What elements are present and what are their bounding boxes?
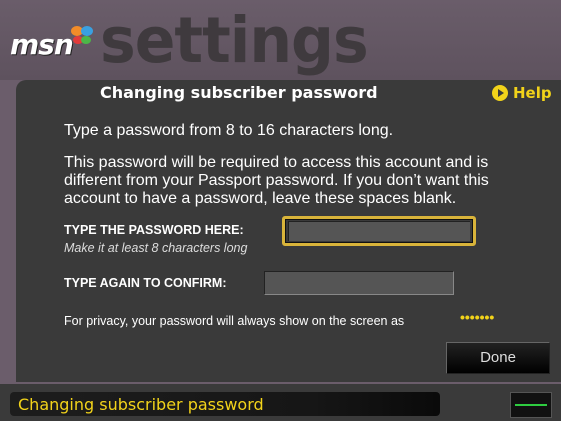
header-bar: msn settings [0,0,561,80]
msn-logo: msn [10,28,74,61]
confirm-password-field[interactable] [264,271,454,295]
done-button[interactable]: Done [446,342,550,374]
password-label: TYPE THE PASSWORD HERE: [64,223,244,237]
status-bar: Changing subscriber password [0,384,561,421]
password-hint: Make it at least 8 characters long [64,241,248,255]
butterfly-icon [71,26,93,44]
confirm-label: TYPE AGAIN TO CONFIRM: [64,276,227,290]
privacy-note: For privacy, your password will always s… [64,314,405,328]
help-button[interactable]: Help [492,83,552,103]
panel-title: Changing subscriber password [100,83,378,102]
privacy-dots: ••••••• [460,309,495,325]
settings-panel: Changing subscriber password Help Type a… [16,80,561,382]
help-label: Help [513,84,552,102]
password-field-inner [288,221,470,241]
connection-indicator-icon [510,392,552,418]
connection-line [515,404,547,406]
status-text-box: Changing subscriber password [10,392,440,416]
page-title: settings [100,4,369,78]
instruction-details: This password will be required to access… [64,154,489,207]
instruction-length: Type a password from 8 to 16 characters … [64,122,394,139]
status-text: Changing subscriber password [18,395,264,414]
help-play-icon [492,85,508,101]
password-field[interactable] [282,216,476,246]
